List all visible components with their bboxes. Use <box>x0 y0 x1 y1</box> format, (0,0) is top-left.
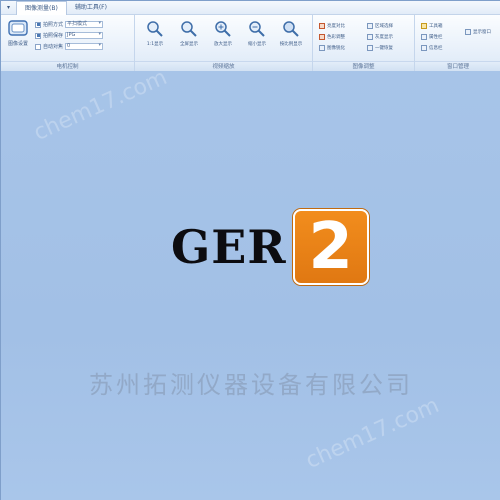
display-window-label: 显示窗口 <box>473 29 491 35</box>
zoom-fullscreen-button[interactable]: 全屏显示 <box>175 20 203 56</box>
grayscale-button[interactable]: 灰度显示 <box>367 32 393 41</box>
color-adjust-button[interactable]: 色彩调整 <box>319 32 345 41</box>
property-bar-label: 属性栏 <box>429 34 443 40</box>
save-format-checkbox[interactable] <box>35 32 41 39</box>
zoom-1to1-button[interactable]: 1:1显示 <box>141 20 169 56</box>
zoom-out-button[interactable]: 缩小显示 <box>243 20 271 56</box>
magnifier-icon <box>147 21 163 37</box>
color-icon <box>319 33 325 40</box>
zoom-in-button[interactable]: 放大显示 <box>209 20 237 56</box>
brightness-contrast-label: 亮度对比 <box>327 23 345 29</box>
zoom-in-label: 放大显示 <box>214 42 232 47</box>
magnifier-minus-icon <box>249 21 265 37</box>
brightness-contrast-button[interactable]: 亮度对比 <box>319 21 345 30</box>
shoot-mode-label: 拍照方式 <box>43 22 64 28</box>
contrast-icon <box>319 22 325 29</box>
restore-label: 一键恢复 <box>375 45 393 51</box>
toolbox-icon <box>421 22 427 29</box>
tab-image-measure[interactable]: 图像测量(B) <box>16 0 67 15</box>
group-label-motor: 电机控制 <box>1 61 134 71</box>
shoot-mode-checkbox[interactable] <box>35 21 41 28</box>
property-bar-button[interactable]: 属性栏 <box>421 32 443 41</box>
region-select-label: 区域选择 <box>375 23 393 29</box>
info-bar-label: 信息栏 <box>429 45 443 51</box>
image-settings-label: 图像设置 <box>7 41 28 47</box>
color-adjust-label: 色彩调整 <box>327 34 345 40</box>
restore-icon <box>367 44 373 51</box>
info-icon <box>421 44 427 51</box>
autofocus-checkbox[interactable] <box>35 43 41 50</box>
zoom-ratio-label: 按比例显示 <box>279 42 303 47</box>
ger2-logo: GER 2 <box>171 207 369 287</box>
camera-settings-icon <box>8 18 28 38</box>
window-icon <box>465 28 471 35</box>
zoom-fullscreen-label: 全屏显示 <box>180 42 198 47</box>
ribbon: 图像设置 拍照方式 平扫模式 拍照保存 JPG 自动对焦 0 电机控制 <box>1 15 500 71</box>
display-window-button[interactable]: 显示窗口 <box>465 27 491 36</box>
restore-button[interactable]: 一键恢复 <box>367 43 393 52</box>
check-row-autofocus[interactable]: 自动对焦 0 <box>35 42 104 51</box>
grayscale-label: 灰度显示 <box>375 34 393 40</box>
zoom-ratio-button[interactable]: 按比例显示 <box>277 20 305 56</box>
region-select-button[interactable]: 区域选择 <box>367 21 393 30</box>
zoom-out-label: 缩小显示 <box>248 42 266 47</box>
ribbon-group-window: 工具箱 属性栏 信息栏 显示窗口 窗口管理 <box>415 15 500 71</box>
info-bar-button[interactable]: 信息栏 <box>421 43 443 52</box>
magnifier-icon <box>181 21 197 37</box>
ribbon-tab-strip: ▾ 图像测量(B) 辅助工具(F) <box>1 0 500 15</box>
region-icon <box>367 22 373 29</box>
toolbox-label: 工具箱 <box>429 23 443 29</box>
shoot-mode-select[interactable]: 平扫模式 <box>65 21 104 28</box>
logo-text: GER <box>171 220 287 274</box>
logo-number: 2 <box>308 210 353 284</box>
logo-badge: 2 <box>292 209 369 285</box>
quick-access-menu[interactable]: ▾ <box>1 1 16 15</box>
toolbox-button[interactable]: 工具箱 <box>421 21 443 30</box>
autofocus-select[interactable]: 0 <box>65 43 104 50</box>
tab-aux-tools[interactable]: 辅助工具(F) <box>67 1 115 15</box>
group-label-adjust: 图像调整 <box>313 61 414 71</box>
sharpen-label: 图像锐化 <box>327 45 345 51</box>
magnifier-plus-icon <box>215 21 231 37</box>
app-window: ▾ 图像测量(B) 辅助工具(F) 图像设置 拍照方式 平扫模式 ▾ 拍照保存 … <box>0 0 500 500</box>
group-label-window: 窗口管理 <box>415 61 500 71</box>
property-icon <box>421 33 427 40</box>
autofocus-label: 自动对焦 <box>43 44 64 50</box>
sharpen-button[interactable]: 图像锐化 <box>319 43 345 52</box>
check-row-save-format[interactable]: 拍照保存 JPG <box>35 31 104 40</box>
sharpen-icon <box>319 44 325 51</box>
check-row-shoot-mode[interactable]: 拍照方式 平扫模式 <box>35 20 104 29</box>
image-settings-button[interactable]: 图像设置 <box>5 18 31 52</box>
save-format-label: 拍照保存 <box>43 33 64 39</box>
zoom-1to1-label: 1:1显示 <box>146 42 164 47</box>
ribbon-group-zoom: 1:1显示 全屏显示 放大显示 缩小显示 按比例显示 视频缩放 <box>135 15 313 71</box>
magnifier-icon <box>283 21 299 37</box>
save-format-select[interactable]: JPG <box>65 32 104 39</box>
ribbon-group-adjust: 亮度对比 色彩调整 图像锐化 区域选择 灰度显示 一键恢复 图像调整 <box>313 15 415 71</box>
gray-icon <box>367 33 373 40</box>
company-name-watermark: 苏州拓测仪器设备有限公司 <box>89 371 413 399</box>
ribbon-group-motor: 图像设置 拍照方式 平扫模式 拍照保存 JPG 自动对焦 0 电机控制 <box>1 15 135 71</box>
